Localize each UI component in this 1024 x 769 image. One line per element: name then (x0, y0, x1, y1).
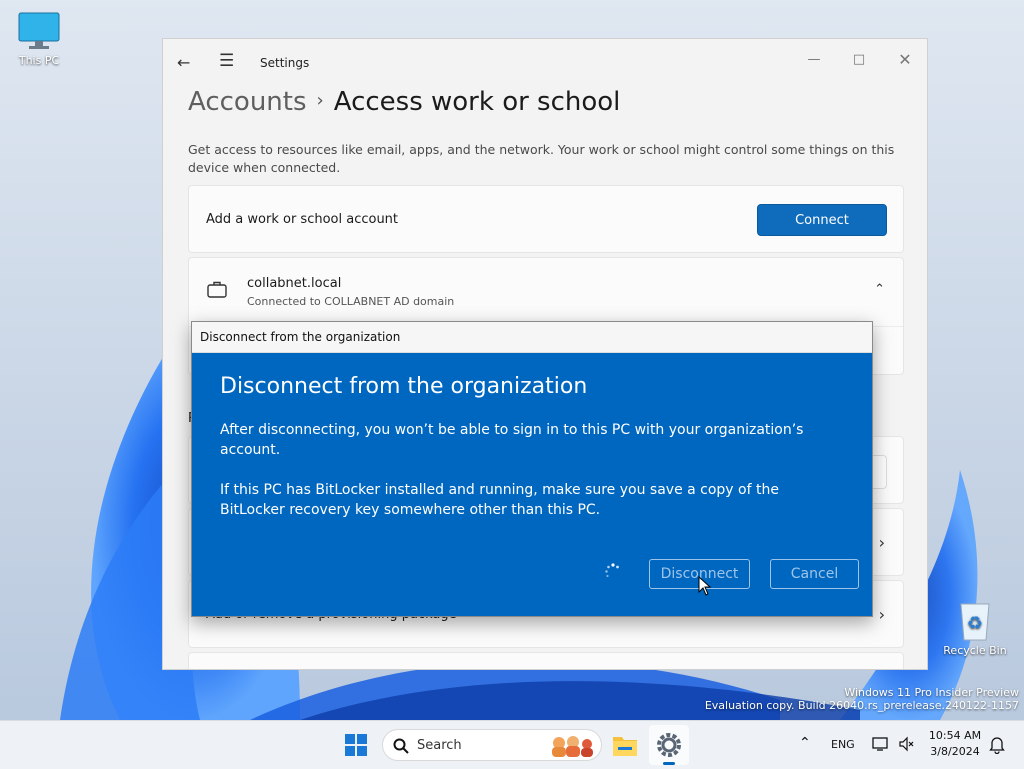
account-status: Connected to COLLABNET AD domain (247, 295, 455, 308)
chevron-right-icon: › (878, 605, 885, 624)
spinner-icon (605, 563, 619, 578)
page-description: Get access to resources like email, apps… (188, 142, 895, 175)
mouse-cursor (698, 576, 712, 596)
settings-row-4[interactable] (188, 652, 904, 669)
speaker-icon[interactable] (898, 736, 914, 752)
minimize-icon[interactable]: — (791, 45, 837, 75)
hamburger-menu-icon[interactable]: ☰ (219, 51, 234, 71)
watermark-line-1: Windows 11 Pro Insider Preview (844, 686, 1019, 699)
chevron-up-tray-icon[interactable]: ⌃ (799, 735, 811, 751)
settings-titlebar: ← ☰ Settings — □ ✕ (163, 39, 927, 87)
this-pc-label: This PC (18, 54, 60, 67)
notification-bell-icon[interactable] (989, 736, 1005, 754)
chevron-up-icon[interactable]: ⌃ (874, 282, 885, 297)
dialog-heading: Disconnect from the organization (220, 374, 588, 399)
taskbar: Search ⌃ ENG 10:54 AM 3/8/2024 (0, 720, 1024, 769)
account-name: collabnet.local (247, 276, 342, 291)
add-account-card: Add a work or school account Connect (188, 185, 904, 253)
back-arrow-icon[interactable]: ← (177, 53, 190, 72)
page-title: Access work or school (333, 87, 621, 117)
disconnect-dialog: Disconnect from the organization Disconn… (191, 321, 873, 617)
settings-window-title: Settings (260, 56, 310, 70)
watermark-line-2: Evaluation copy. Build 26040.rs_prerelea… (704, 699, 1019, 712)
monitor-icon (18, 12, 60, 49)
briefcase-icon (207, 281, 227, 298)
language-indicator[interactable]: ENG (831, 738, 855, 751)
active-indicator (663, 762, 675, 765)
close-icon[interactable]: ✕ (882, 45, 927, 75)
clock[interactable]: 10:54 AM 3/8/2024 (920, 728, 990, 760)
taskbar-search[interactable]: Search (382, 729, 602, 761)
breadcrumb: Accounts › Access work or school (188, 87, 620, 127)
settings-gear-icon (657, 733, 681, 757)
recycle-bin-label: Recycle Bin (943, 644, 1007, 657)
maximize-icon[interactable]: □ (836, 45, 882, 75)
clock-time: 10:54 AM (928, 729, 982, 742)
breadcrumb-parent[interactable]: Accounts (188, 87, 307, 117)
recycle-bin-desktop-icon[interactable]: ♻ Recycle Bin (943, 598, 1007, 657)
network-icon[interactable] (872, 736, 890, 752)
add-account-label: Add a work or school account (206, 212, 399, 227)
connect-button[interactable]: Connect (757, 204, 887, 236)
file-explorer-icon[interactable] (611, 729, 639, 761)
search-icon (393, 738, 409, 754)
this-pc-desktop-icon[interactable]: This PC (7, 12, 71, 67)
windows-start-icon[interactable] (342, 729, 370, 761)
svg-text:♻: ♻ (967, 613, 983, 634)
cancel-button[interactable]: Cancel (770, 559, 859, 589)
dialog-titlebar: Disconnect from the organization (192, 322, 872, 353)
build-watermark: Windows 11 Pro Insider Preview Evaluatio… (699, 686, 1019, 712)
dialog-paragraph-2: If this PC has BitLocker installed and r… (220, 482, 779, 518)
settings-taskbar-button[interactable] (649, 725, 689, 765)
clock-date: 3/8/2024 (930, 745, 980, 758)
chevron-right-icon: › (878, 533, 885, 552)
search-placeholder: Search (417, 738, 462, 753)
dialog-paragraph-1: After disconnecting, you won’t be able t… (220, 422, 804, 458)
recycle-bin-icon: ♻ (960, 603, 990, 641)
chevron-right-icon: › (316, 90, 324, 111)
search-highlight-icon (552, 736, 593, 757)
